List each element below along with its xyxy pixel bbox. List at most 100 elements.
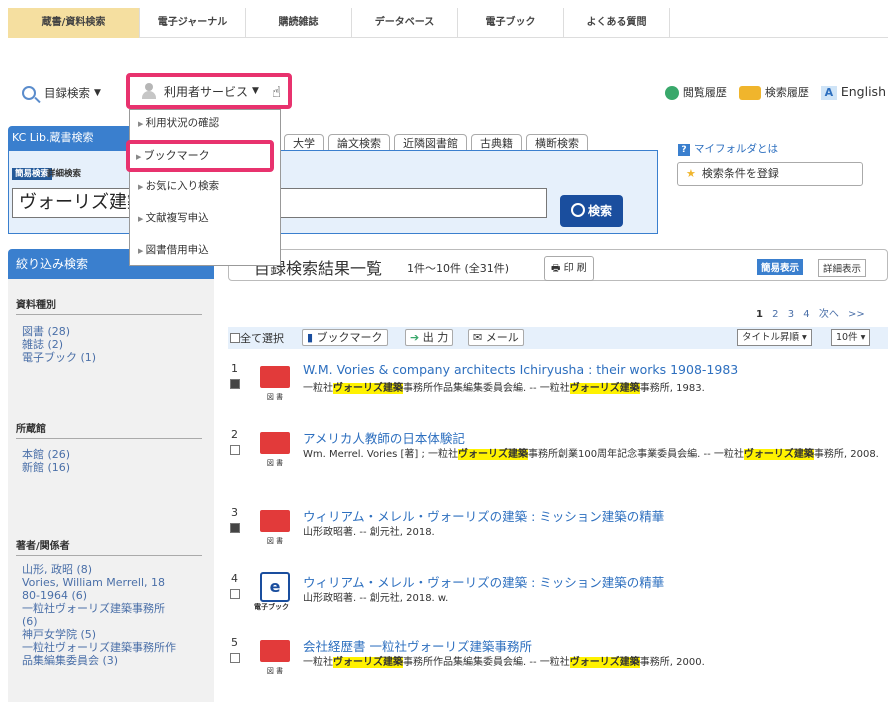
result-number: 2 bbox=[231, 428, 238, 441]
detail-view-button[interactable]: 詳細表示 bbox=[818, 259, 867, 277]
result-checkbox[interactable] bbox=[230, 589, 240, 599]
menu-item-copy-request[interactable]: 文献複写申込 bbox=[138, 210, 209, 225]
language-icon: A bbox=[820, 86, 837, 100]
mail-button[interactable]: ✉ メール bbox=[468, 329, 524, 346]
result-title-link[interactable]: アメリカ人教師の日本体験記 bbox=[303, 428, 465, 447]
result-row: 5図 書会社経歴書 一粒社ヴォーリズ建築事務所 一粒社ヴォーリズ建築事務所作品集編… bbox=[228, 636, 888, 692]
caret-down-icon: ▼ bbox=[252, 86, 259, 96]
result-checkbox[interactable] bbox=[230, 653, 240, 663]
user-icon bbox=[142, 83, 156, 99]
result-title-link[interactable]: ウィリアム・メレル・ヴォーリズの建築 : ミッション建築の精華 bbox=[303, 572, 664, 591]
nav-tab[interactable]: よくある質問 bbox=[564, 8, 670, 38]
facet-link[interactable]: 一粒社ヴォーリズ建築事務所作 bbox=[22, 641, 176, 654]
result-checkbox[interactable] bbox=[230, 379, 240, 389]
page-link[interactable]: 4 bbox=[803, 309, 809, 320]
meta-text: 事務所作品集編集委員会編. -- 一粒社 bbox=[403, 383, 570, 394]
facet-heading: 所蔵館 bbox=[16, 424, 46, 435]
nav-tab[interactable]: 電子ブック bbox=[458, 8, 564, 38]
facet-link[interactable]: (6) bbox=[22, 615, 38, 628]
result-number: 3 bbox=[231, 506, 238, 519]
facet-link[interactable]: Vories, William Merrell, 18 bbox=[22, 576, 165, 589]
select-all-label: 全て選択 bbox=[240, 332, 284, 345]
meta-text: 事務所, 1983. bbox=[639, 383, 705, 394]
result-meta: 山形政昭著. -- 創元社, 2018. w. bbox=[303, 592, 448, 606]
facet-link[interactable]: 品集編集委員会 (3) bbox=[22, 654, 118, 667]
result-row: 2図 書アメリカ人教師の日本体験記 Wm. Merrel. Vories [著] … bbox=[228, 428, 888, 484]
highlight-term: ヴォーリズ建築 bbox=[569, 383, 640, 394]
sort-label: タイトル昇順 bbox=[742, 332, 800, 343]
sort-select[interactable]: タイトル昇順 ▾ bbox=[737, 329, 812, 346]
next-link[interactable]: 次へ bbox=[819, 309, 839, 320]
view-history-link[interactable]: 閲覧履歴 bbox=[664, 84, 727, 100]
menu-item-favorite-search[interactable]: お気に入り検索 bbox=[138, 178, 220, 193]
catalog-search-label: 目録検索 bbox=[44, 86, 90, 100]
result-number: 4 bbox=[231, 572, 238, 585]
menu-item-bookmark[interactable]: ブックマーク bbox=[126, 140, 274, 172]
facet-link[interactable]: 本館 (26) bbox=[22, 448, 70, 461]
simple-view-button[interactable]: 簡易表示 bbox=[757, 259, 804, 275]
divider bbox=[16, 555, 202, 556]
nav-tab[interactable]: データベース bbox=[352, 8, 458, 38]
search-button[interactable]: 検索 bbox=[560, 195, 623, 227]
detail-search-tab[interactable]: 詳細検索 bbox=[47, 168, 81, 180]
material-type-label: 図 書 bbox=[266, 393, 284, 401]
book-icon: 図 書 bbox=[258, 636, 292, 675]
result-checkbox[interactable] bbox=[230, 445, 240, 455]
catalog-search-menu[interactable]: 目録検索 ▼ bbox=[22, 82, 101, 104]
select-all[interactable]: 全て選択 bbox=[230, 330, 284, 346]
book-icon: 図 書 bbox=[258, 362, 292, 401]
facet-link[interactable]: 雑誌 (2) bbox=[22, 338, 63, 351]
result-meta: 山形政昭著. -- 創元社, 2018. bbox=[303, 526, 435, 540]
checkbox[interactable] bbox=[230, 333, 240, 343]
bookmark-button[interactable]: ▮ ブックマーク bbox=[302, 329, 388, 346]
pagination: 1 2 3 4 次へ >> bbox=[756, 305, 865, 320]
facet-link[interactable]: 一粒社ヴォーリズ建築事務所 bbox=[22, 602, 165, 615]
page-link[interactable]: 3 bbox=[788, 309, 794, 320]
result-meta: Wm. Merrel. Vories [著] ; 一粒社ヴォーリズ建築事務所創業… bbox=[303, 448, 885, 462]
page-link[interactable]: 2 bbox=[772, 309, 778, 320]
highlight-term: ヴォーリズ建築 bbox=[333, 657, 403, 668]
facet-link[interactable]: 山形, 政昭 (8) bbox=[22, 563, 92, 576]
user-service-menu[interactable]: 利用者サービス ▼ ☝ bbox=[126, 73, 292, 109]
history-icon bbox=[664, 86, 679, 100]
menu-item-loan-request[interactable]: 図書借用申込 bbox=[138, 242, 209, 257]
result-title-link[interactable]: W.M. Vories & company architects Ichiryu… bbox=[303, 362, 738, 377]
menu-item-usage[interactable]: 利用状況の確認 bbox=[138, 115, 220, 130]
nav-tab[interactable]: 購読雑誌 bbox=[246, 8, 352, 38]
result-title-link[interactable]: 会社経歴書 一粒社ヴォーリズ建築事務所 bbox=[303, 636, 532, 655]
facet-link[interactable]: 電子ブック (1) bbox=[22, 351, 96, 364]
book-icon: 図 書 bbox=[258, 506, 292, 545]
bookmark-icon: ▮ bbox=[307, 331, 314, 344]
save-condition-label: 検索条件を登録 bbox=[701, 167, 779, 180]
english-link[interactable]: A English bbox=[820, 84, 886, 100]
top-nav: 蔵書/資料検索 電子ジャーナル 購読雑誌 データベース 電子ブック よくある質問 bbox=[8, 8, 888, 38]
results-count: 1件～10件 (全31件) bbox=[407, 262, 510, 275]
nav-tab[interactable]: 蔵書/資料検索 bbox=[8, 8, 140, 38]
material-type-label: 電子ブック bbox=[254, 603, 289, 611]
nav-tab[interactable]: 電子ジャーナル bbox=[140, 8, 246, 38]
meta-text: Wm. Merrel. Vories [著] ; 一粒社 bbox=[303, 449, 459, 460]
print-button[interactable]: 🖶 印 刷 bbox=[544, 256, 594, 281]
question-icon: ? bbox=[678, 144, 690, 156]
search-history-link[interactable]: 検索履歴 bbox=[738, 84, 809, 100]
output-button[interactable]: ➔ 出 力 bbox=[405, 329, 454, 346]
simple-search-tab[interactable]: 簡易検索 bbox=[12, 168, 53, 180]
folder-icon bbox=[738, 86, 761, 100]
facet-link[interactable]: 新館 (16) bbox=[22, 461, 70, 474]
result-meta: 一粒社ヴォーリズ建築事務所作品集編集委員会編. -- 一粒社ヴォーリズ建築事務所… bbox=[303, 382, 705, 396]
facet-link[interactable]: 神戸女学院 (5) bbox=[22, 628, 96, 641]
result-checkbox[interactable] bbox=[230, 523, 240, 533]
facet-link[interactable]: 図書 (28) bbox=[22, 325, 70, 338]
result-title-link[interactable]: ウィリアム・メレル・ヴォーリズの建築 : ミッション建築の精華 bbox=[303, 506, 664, 525]
result-row: 3 図 書 ウィリアム・メレル・ヴォーリズの建築 : ミッション建築の精華 山形政昭著… bbox=[228, 506, 888, 562]
meta-text: 山形政昭著. -- 創元社, 2018. w. bbox=[303, 593, 449, 604]
page-current: 1 bbox=[756, 309, 763, 320]
save-condition-button[interactable]: ★ 検索条件を登録 bbox=[677, 162, 863, 186]
export-icon: ➔ bbox=[410, 331, 420, 344]
last-link[interactable]: >> bbox=[848, 309, 865, 320]
facet-link[interactable]: 80-1964 (6) bbox=[22, 589, 87, 602]
myfolder-link[interactable]: ? マイフォルダとは bbox=[678, 141, 778, 156]
per-page-select[interactable]: 10件 ▾ bbox=[831, 329, 871, 346]
divider bbox=[16, 314, 202, 315]
per-page-label: 10件 bbox=[836, 332, 858, 343]
